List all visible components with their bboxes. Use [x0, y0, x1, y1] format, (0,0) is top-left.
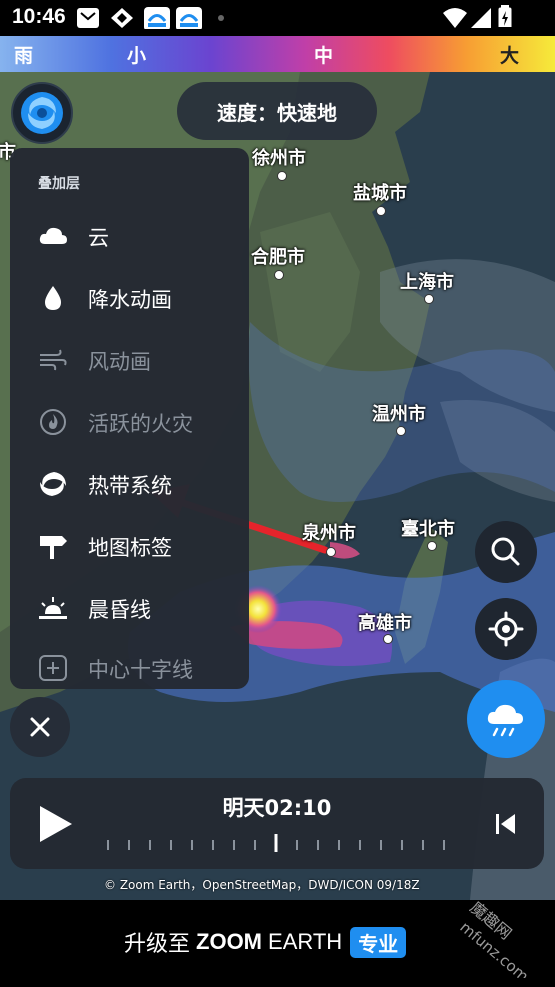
layer-item-label: 活跃的火灾 [88, 412, 193, 436]
pro-badge: 专业 [350, 926, 407, 958]
upgrade-brand-bold: ZOOM [196, 929, 263, 954]
search-icon [491, 537, 520, 566]
layer-item-label: 降水动画 [88, 288, 172, 312]
skip-to-start-button[interactable] [494, 812, 518, 836]
close-icon [30, 717, 50, 737]
layer-item-wind[interactable]: 风动画 [10, 330, 249, 390]
speed-label: 速度：快速地 [217, 100, 337, 125]
precipitation-legend: 雨 小 中 大 [0, 36, 555, 72]
more-notifications-dot [218, 15, 224, 21]
signpost-icon [40, 536, 67, 559]
app-notification-icon [111, 8, 133, 28]
raindrop-icon [45, 286, 61, 310]
upgrade-prefix: 升级至 [124, 932, 191, 957]
close-layers-button[interactable] [10, 697, 70, 757]
fire-icon [40, 409, 66, 435]
layer-item-map-labels[interactable]: 地图标签 [10, 516, 249, 576]
upgrade-brand-rest: EARTH [268, 929, 343, 954]
city-marker [383, 634, 393, 644]
legend-label-heavy: 大 [500, 45, 520, 67]
layer-item-crosshair[interactable]: 中心十字线 [10, 638, 249, 689]
animation-speed-button[interactable]: 速度：快速地 [177, 82, 377, 140]
layer-item-label: 热带系统 [88, 474, 172, 498]
upgrade-banner[interactable]: 升级至 ZOOM EARTH 专业 [0, 900, 555, 987]
city-marker [376, 206, 386, 216]
wifi-icon [443, 8, 467, 28]
rain-radar-button[interactable] [467, 680, 545, 758]
layer-item-label: 地图标签 [88, 536, 172, 560]
cloud-icon [39, 227, 67, 244]
city-marker [274, 270, 284, 280]
rain-cloud-icon [487, 704, 523, 737]
layer-item-label: 风动画 [88, 350, 151, 374]
city-label: 泉州市 [302, 523, 356, 544]
city-label: 高雄市 [358, 613, 412, 634]
status-bar: 10:46 [0, 0, 555, 36]
city-marker [326, 547, 336, 557]
timeline-panel: 明天02:10 [10, 778, 544, 869]
layer-item-label: 中心十字线 [88, 658, 193, 682]
locate-button[interactable] [475, 598, 537, 660]
app-logo-button[interactable] [11, 82, 73, 144]
layer-item-daynight[interactable]: 晨昏线 [10, 578, 249, 638]
status-time: 10:46 [12, 5, 66, 28]
timeline-time-label: 明天02:10 [222, 796, 332, 820]
layer-item-fires[interactable]: 活跃的火灾 [10, 392, 249, 452]
layer-item-label: 晨昏线 [88, 598, 151, 622]
city-marker [277, 171, 287, 181]
city-marker [396, 426, 406, 436]
weather-app-icon [144, 7, 170, 29]
notification-icon [77, 8, 99, 28]
locate-icon [488, 611, 524, 647]
city-label: 盐城市 [353, 183, 407, 204]
layer-item-tropical[interactable]: 热带系统 [10, 454, 249, 514]
city-label: 上海市 [400, 272, 454, 293]
hurricane-icon [40, 472, 66, 496]
layer-item-clouds[interactable]: 云 [10, 206, 249, 266]
city-label: 温州市 [372, 404, 426, 425]
legend-label-rain: 雨 [14, 45, 34, 67]
city-marker [424, 294, 434, 304]
city-label: 徐州市 [252, 148, 306, 169]
signal-icon [471, 8, 491, 28]
layer-item-label: 云 [88, 226, 109, 250]
timeline-scrubber[interactable] [102, 830, 462, 856]
battery-icon [498, 5, 512, 27]
storm-logo-icon [21, 92, 63, 134]
sunrise-icon [39, 597, 67, 619]
search-button[interactable] [475, 521, 537, 583]
legend-label-light: 小 [127, 45, 147, 67]
city-label: 合肥市 [251, 247, 305, 268]
city-label: 臺北市 [401, 519, 455, 540]
layer-item-precipitation[interactable]: 降水动画 [10, 268, 249, 328]
legend-label-moderate: 中 [314, 45, 334, 67]
layers-panel-title: 叠加层 [38, 176, 80, 192]
weather-app-icon-2 [176, 7, 202, 29]
wind-icon [40, 349, 67, 371]
city-marker [427, 541, 437, 551]
layers-panel: 叠加层 云 降水动画 风动画 活跃的火灾 热带系统 地图标签 晨昏线 中心十字线 [10, 148, 249, 689]
map-attribution: © Zoom Earth，OpenStreetMap，DWD/ICON 09/1… [104, 878, 420, 892]
crosshair-box-icon [39, 655, 67, 681]
